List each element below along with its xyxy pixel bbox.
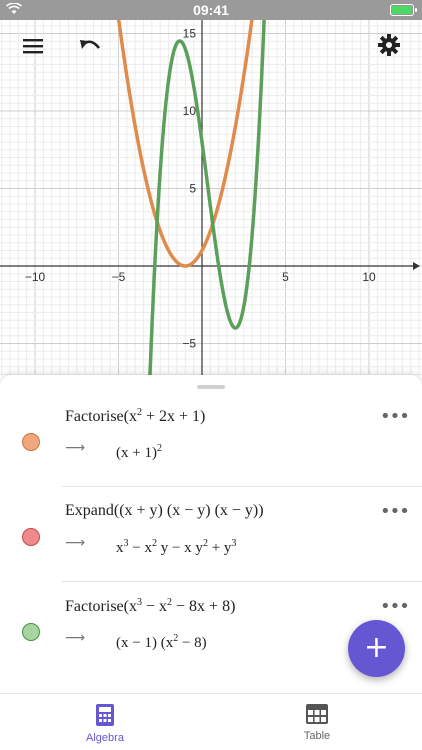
command-name: Factorise( [65,408,129,425]
row-divider [62,581,422,582]
more-options-icon[interactable]: ••• [380,596,410,617]
calculator-icon [96,704,114,726]
y-tick-label: −5 [182,337,196,351]
output-expression: x3 − x2 y − x y2 + y3 [116,538,237,556]
more-options-icon[interactable]: ••• [380,406,410,427]
command-args: (x + y) (x − y) (x − y)) [119,502,264,519]
input-expression[interactable]: Expand((x + y) (x − y) (x − y)) [65,502,264,520]
tab-table[interactable]: Table [277,704,357,742]
output-expression: (x + 1)2 [116,443,162,461]
visibility-toggle[interactable] [22,528,40,546]
bottom-nav: Algebra Table [0,693,422,750]
row-divider [62,486,422,487]
settings-button[interactable] [373,29,405,61]
visibility-toggle[interactable] [22,433,40,451]
command-args: x2 + 2x + 1) [128,407,206,425]
command-name: Factorise( [65,598,129,615]
x-tick-label: 10 [362,270,376,284]
menu-button[interactable] [17,30,49,62]
command-name: Expand( [65,502,120,519]
x-tick-label: 5 [282,270,289,284]
x-tick-label: −10 [25,270,46,284]
input-expression[interactable]: Factorise(x2 + 2x + 1) [65,407,205,426]
status-bar: 09:41 [0,0,422,20]
x-tick-label: −5 [112,270,126,284]
y-tick-label: 15 [183,27,197,41]
y-tick-label: 5 [189,182,196,196]
command-args: x3 − x2 − 8x + 8) [128,597,236,615]
panel-drag-handle[interactable] [197,385,225,389]
tab-algebra-label: Algebra [86,732,124,744]
undo-button[interactable] [74,30,106,62]
graphics-view[interactable]: −10 −5 5 10 15 10 5 −5 [0,20,422,375]
input-expression[interactable]: Factorise(x3 − x2 − 8x + 8) [65,597,235,616]
curve-2 [148,20,266,375]
algebra-row[interactable]: Expand((x + y) (x − y) (x − y)) ⟶ x3 − x2 … [0,488,422,582]
result-arrow: ⟶ [65,630,86,646]
algebra-row[interactable]: Factorise(x2 + 2x + 1) ⟶ (x + 1)2 ••• [0,393,422,487]
tab-algebra[interactable]: Algebra [65,704,145,744]
hamburger-icon [23,39,43,54]
tab-table-label: Table [303,730,331,742]
output-expression: (x − 1) (x2 − 8) [116,633,207,651]
gear-icon [378,34,400,56]
result-arrow: ⟶ [65,535,86,551]
y-tick-label: 10 [183,104,197,118]
status-time: 09:41 [193,2,229,18]
graph-canvas[interactable]: −10 −5 5 10 15 10 5 −5 [0,20,422,375]
add-input-button[interactable]: + [348,620,405,677]
table-icon [306,704,328,724]
visibility-toggle[interactable] [22,623,40,641]
undo-icon [80,40,101,49]
battery-icon [390,4,417,16]
result-arrow: ⟶ [65,440,86,456]
more-options-icon[interactable]: ••• [380,501,410,522]
